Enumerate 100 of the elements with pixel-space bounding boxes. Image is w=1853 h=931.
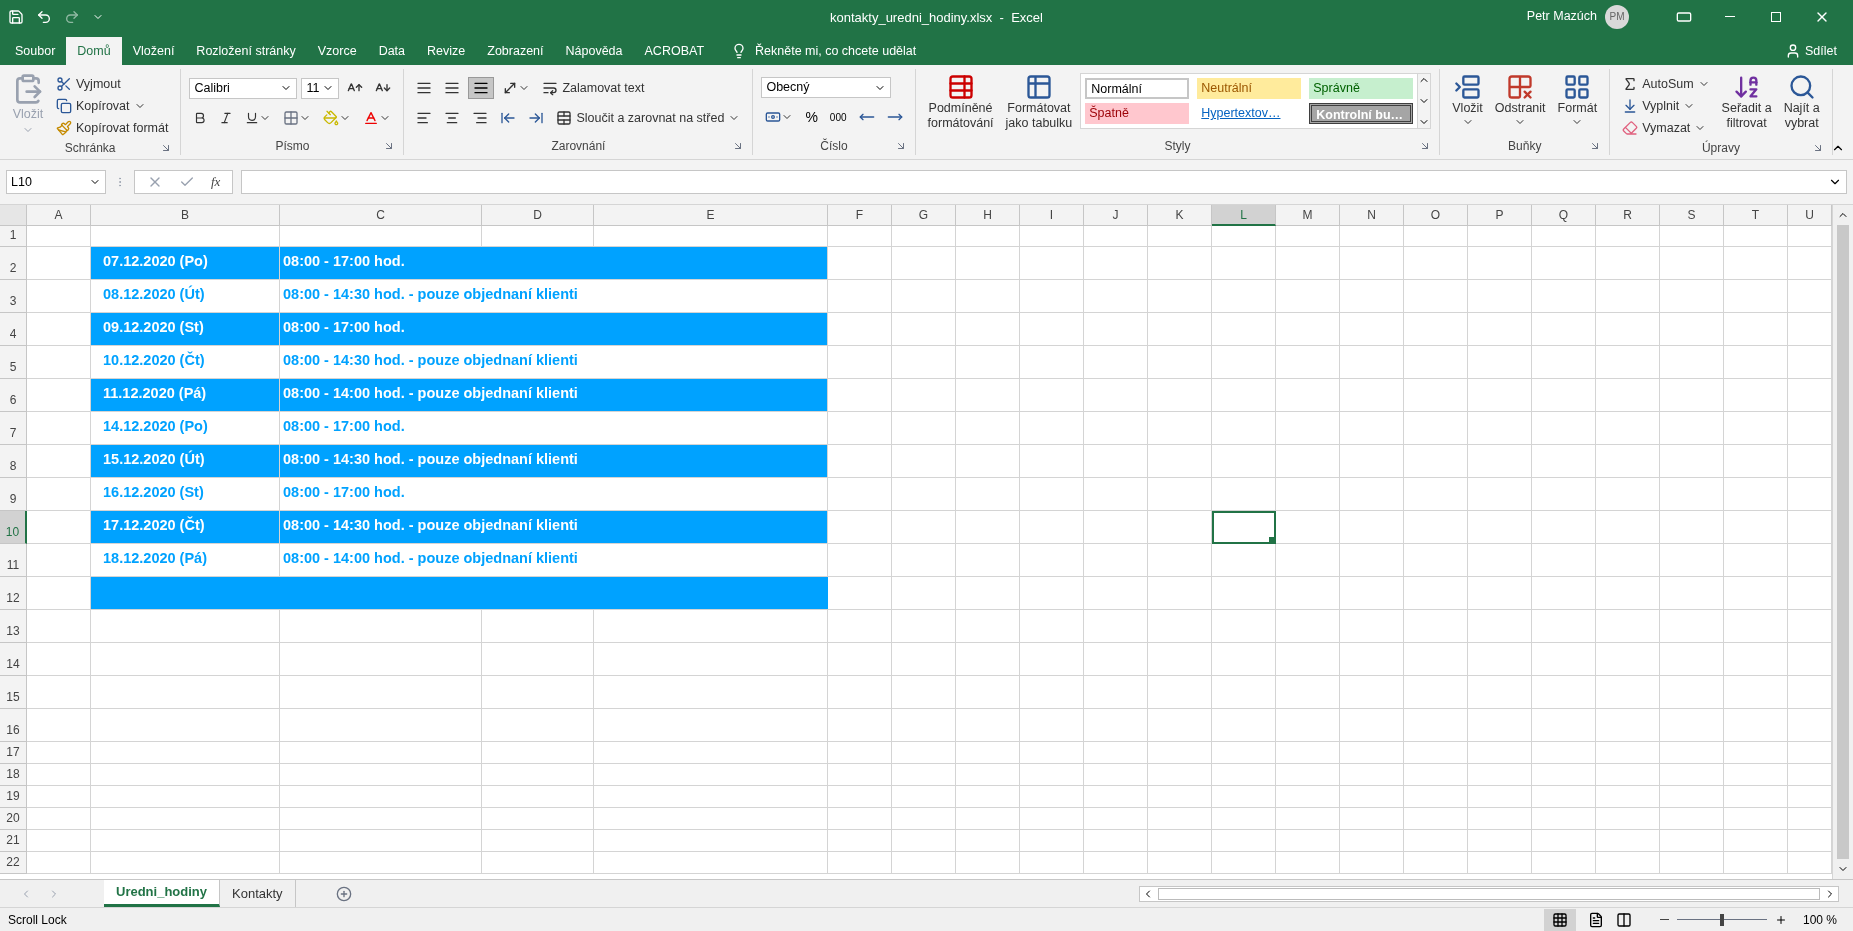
column-header[interactable]: G — [892, 205, 956, 226]
column-header[interactable]: F — [828, 205, 892, 226]
column-header[interactable]: U — [1788, 205, 1832, 226]
zoom-slider[interactable] — [1676, 913, 1767, 926]
percent-button[interactable]: % — [801, 106, 822, 128]
ribbon-tab[interactable]: Vložení — [121, 37, 186, 65]
find-select-button[interactable]: Najít a vybrat — [1779, 73, 1824, 131]
horizontal-scrollbar[interactable] — [1139, 885, 1839, 902]
column-header[interactable]: N — [1340, 205, 1404, 226]
row-header[interactable]: 12 — [0, 577, 27, 610]
cell-style-option[interactable]: Špatně — [1085, 103, 1190, 124]
column-header[interactable]: O — [1404, 205, 1468, 226]
save-icon[interactable] — [8, 8, 24, 25]
ribbon-tab[interactable]: Data — [367, 37, 417, 65]
user-avatar[interactable]: PM — [1605, 4, 1629, 29]
cut-button[interactable]: Vyjmout — [52, 73, 173, 95]
autosum-button[interactable]: AutoSum — [1618, 73, 1714, 95]
row-header[interactable]: 15 — [0, 676, 27, 709]
ribbon-tab[interactable]: Rozložení stránky — [185, 37, 307, 65]
row-header[interactable]: 4 — [0, 313, 27, 346]
row-header[interactable]: 6 — [0, 379, 27, 412]
share-button[interactable]: Sdílet — [1773, 37, 1849, 65]
name-box[interactable]: L10 — [6, 170, 106, 194]
fill-button[interactable]: Vyplnit — [1618, 95, 1714, 117]
column-header[interactable]: L — [1212, 205, 1276, 226]
column-header[interactable]: H — [956, 205, 1020, 226]
column-header[interactable]: D — [482, 205, 594, 226]
font-size-field[interactable]: 11 — [301, 77, 340, 99]
sort-filter-button[interactable]: Seřadit a filtrovat — [1717, 73, 1776, 131]
ribbon-tab[interactable]: Nápověda — [554, 37, 634, 65]
merge-center-button[interactable]: Sloučit a zarovnat na střed — [552, 107, 745, 129]
scrollbar-thumb[interactable] — [1837, 225, 1849, 859]
vertical-scrollbar[interactable] — [1832, 205, 1853, 879]
fill-handle[interactable] — [1269, 537, 1275, 543]
column-header[interactable]: J — [1084, 205, 1148, 226]
row-header[interactable]: 21 — [0, 830, 27, 852]
column-header[interactable]: P — [1468, 205, 1532, 226]
row-header[interactable]: 5 — [0, 346, 27, 379]
copy-button[interactable]: Kopírovat — [52, 95, 173, 117]
cell-style-option[interactable]: Správně — [1309, 78, 1414, 99]
normal-view-button[interactable] — [1543, 908, 1576, 931]
page-layout-view-icon[interactable] — [1587, 911, 1604, 928]
ribbon-tab[interactable]: ACROBAT — [633, 37, 716, 65]
insert-function-button[interactable]: fx — [211, 172, 221, 192]
ribbon-tab[interactable]: Domů — [66, 37, 122, 65]
scrollbar-thumb[interactable] — [1158, 887, 1820, 900]
add-sheet-icon[interactable] — [335, 885, 352, 902]
clear-button[interactable]: Vymazat — [1618, 117, 1714, 139]
zoom-slider-thumb[interactable] — [1719, 913, 1724, 926]
tell-me-field[interactable]: Řekněte mi, co chcete udělat — [731, 37, 917, 65]
row-header[interactable]: 22 — [0, 852, 27, 874]
format-cells-button[interactable]: Formát — [1553, 73, 1602, 128]
row-header[interactable]: 17 — [0, 742, 27, 764]
row-header[interactable]: 18 — [0, 764, 27, 786]
number-format-field[interactable]: Obecný — [761, 77, 892, 98]
column-header[interactable]: A — [27, 205, 91, 226]
column-header[interactable]: R — [1596, 205, 1660, 226]
format-as-table-button[interactable]: Formátovat jako tabulku — [1001, 73, 1077, 131]
zoom-in-icon[interactable] — [1774, 913, 1787, 926]
row-header[interactable]: 11 — [0, 544, 27, 577]
column-header[interactable]: M — [1276, 205, 1340, 226]
sheet-tab[interactable]: Uredni_hodiny — [104, 880, 220, 907]
thousands-button[interactable]: 000 — [825, 106, 851, 128]
column-header[interactable]: E — [594, 205, 828, 226]
cell-style-option[interactable]: Normální — [1085, 78, 1190, 99]
column-header[interactable]: B — [91, 205, 280, 226]
ribbon-tab[interactable]: Vzorce — [306, 37, 368, 65]
column-header[interactable]: C — [280, 205, 482, 226]
undo-icon[interactable] — [36, 8, 52, 25]
page-break-view-icon[interactable] — [1615, 911, 1632, 928]
column-header[interactable]: Q — [1532, 205, 1596, 226]
cell-style-option[interactable]: Neutrální — [1197, 78, 1302, 99]
row-header[interactable]: 7 — [0, 412, 27, 445]
font-name-field[interactable]: Calibri — [189, 77, 298, 99]
format-painter-button[interactable]: Kopírovat formát — [52, 117, 173, 139]
column-header[interactable]: I — [1020, 205, 1084, 226]
column-header[interactable]: S — [1660, 205, 1724, 226]
row-header[interactable]: 13 — [0, 610, 27, 643]
row-header[interactable]: 2 — [0, 247, 27, 280]
row-header[interactable]: 8 — [0, 445, 27, 478]
delete-cells-button[interactable]: Odstranit — [1490, 73, 1550, 128]
row-header[interactable]: 3 — [0, 280, 27, 313]
ribbon-tab[interactable]: Zobrazení — [476, 37, 555, 65]
conditional-formatting-button[interactable]: Podmíněné formátování — [923, 73, 998, 131]
selected-cell[interactable] — [1212, 511, 1276, 544]
row-header[interactable]: 19 — [0, 786, 27, 808]
row-header[interactable]: 14 — [0, 643, 27, 676]
zoom-percent[interactable]: 100 % — [1802, 910, 1837, 929]
insert-cells-button[interactable]: Vložit — [1448, 73, 1487, 128]
align-bottom-button[interactable] — [468, 77, 495, 99]
row-header[interactable]: 16 — [0, 709, 27, 742]
select-all-corner[interactable] — [0, 205, 27, 226]
row-header[interactable]: 1 — [0, 226, 27, 247]
ribbon-tab[interactable]: Soubor — [4, 37, 67, 65]
column-header[interactable]: K — [1148, 205, 1212, 226]
row-header[interactable]: 20 — [0, 808, 27, 830]
row-header[interactable]: 9 — [0, 478, 27, 511]
ribbon-tab[interactable]: Revize — [416, 37, 477, 65]
column-header[interactable]: T — [1724, 205, 1788, 226]
formula-input-field[interactable] — [241, 170, 1847, 194]
